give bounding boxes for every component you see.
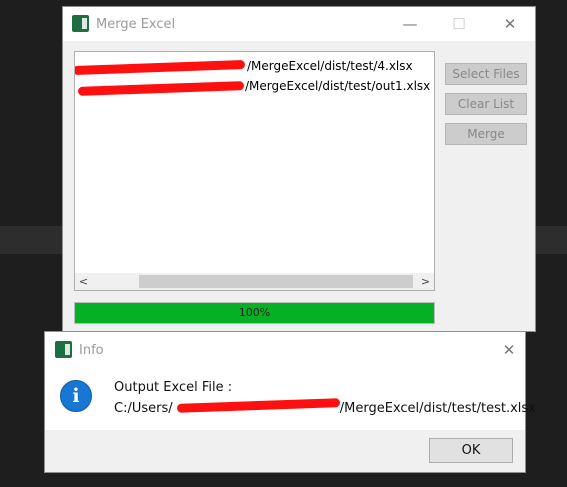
redaction-mark: [75, 60, 246, 75]
message-line-1: Output Excel File :: [114, 380, 233, 395]
redaction-mark: [77, 81, 245, 96]
main-titlebar: Merge Excel — ☐ ✕: [63, 7, 535, 41]
clear-list-button[interactable]: Clear List: [445, 93, 527, 115]
horizontal-scrollbar[interactable]: < >: [75, 273, 434, 290]
dialog-title: Info: [79, 343, 104, 358]
info-dialog: Info ✕ i Output Excel File : C:/Users/ /…: [44, 331, 536, 473]
scroll-thumb[interactable]: [139, 275, 413, 288]
list-item[interactable]: /MergeExcel/dist/test/4.xlsx: [75, 57, 434, 75]
dialog-close-button[interactable]: ✕: [495, 339, 523, 361]
message-path-suffix: /MergeExcel/dist/test/test.xlsx: [339, 401, 536, 416]
merge-button[interactable]: Merge: [445, 123, 527, 145]
select-files-button[interactable]: Select Files: [445, 63, 527, 85]
message-path-prefix: C:/Users/: [114, 401, 173, 416]
redaction-mark: [176, 398, 340, 413]
scroll-left-icon[interactable]: <: [75, 273, 92, 290]
progress-label: 100%: [238, 306, 271, 319]
info-icon: i: [60, 380, 92, 412]
dialog-footer: OK: [45, 430, 525, 472]
close-button[interactable]: ✕: [496, 13, 524, 35]
scroll-right-icon[interactable]: >: [417, 273, 434, 290]
minimize-button[interactable]: —: [396, 13, 424, 35]
excel-app-icon: [72, 15, 89, 32]
ok-button[interactable]: OK: [429, 438, 513, 463]
info-titlebar: Info ✕: [45, 332, 525, 368]
excel-app-icon: [55, 341, 72, 358]
redaction-area: [176, 398, 340, 413]
progress-bar: 100%: [74, 302, 435, 324]
list-item[interactable]: /MergeExcel/dist/test/out1.xlsx: [75, 77, 434, 96]
merge-excel-window: Merge Excel — ☐ ✕ /MergeExcel/dist/test/…: [62, 6, 536, 332]
maximize-button[interactable]: ☐: [445, 13, 473, 35]
message-line-2: C:/Users/ /MergeExcel/dist/test/test.xls…: [114, 398, 536, 416]
window-title: Merge Excel: [96, 17, 176, 32]
file-listbox[interactable]: /MergeExcel/dist/test/4.xlsx /MergeExcel…: [74, 51, 435, 291]
